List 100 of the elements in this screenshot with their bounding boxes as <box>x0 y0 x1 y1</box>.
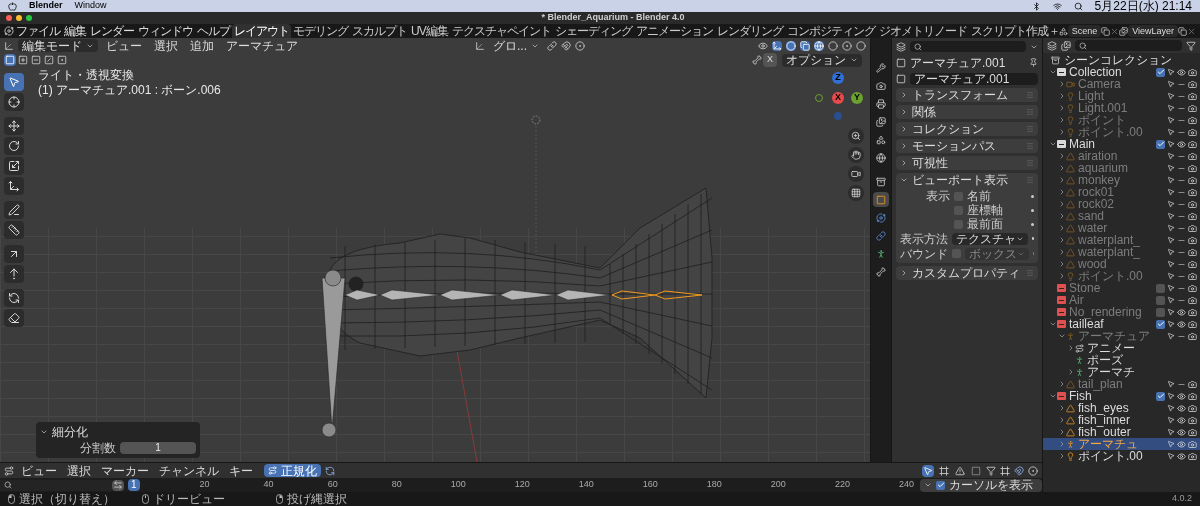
frame-number: 100 <box>450 478 466 492</box>
outliner-row[interactable]: ポイント <box>1043 114 1200 126</box>
frame-number: 160 <box>642 478 658 492</box>
outliner-row[interactable]: waterplant_ <box>1043 246 1200 258</box>
menu-item[interactable]: キー <box>226 464 256 477</box>
panel-header[interactable]: トランスフォーム <box>896 88 1038 102</box>
outliner-row[interactable]: sand <box>1043 210 1200 222</box>
number-field[interactable]: 1 <box>120 442 196 454</box>
outliner-row[interactable]: rock02 <box>1043 198 1200 210</box>
outliner-row[interactable]: waterplant_ <box>1043 234 1200 246</box>
orientation-dropdown[interactable]: グロ... <box>489 39 543 52</box>
outliner-row[interactable]: ポーズ <box>1043 354 1200 366</box>
panel-header[interactable]: モーションパス <box>896 139 1038 153</box>
workspace-tab[interactable]: テクスチャペイント <box>449 24 553 38</box>
outliner-row[interactable]: Air <box>1043 294 1200 306</box>
outliner-row[interactable]: Stone <box>1043 282 1200 294</box>
status-hint: ドリービュー <box>153 493 225 505</box>
axis-label[interactable]: X <box>832 92 844 104</box>
panel-header[interactable]: ビューポート表示 表示 名前 座標軸 最前面 表示方法 テクスチャ バウンド ボックス <box>896 173 1038 263</box>
menu-item[interactable]: マーカー <box>98 464 152 477</box>
outliner-row[interactable]: fish_eyes <box>1043 402 1200 414</box>
menu-item[interactable]: ビュー <box>18 464 60 477</box>
view-layer-field[interactable]: ViewLayer <box>1128 25 1179 37</box>
item-name: fish_inner <box>1078 414 1132 426</box>
panel-header[interactable]: 可視性 <box>896 156 1038 170</box>
outliner-row[interactable]: water <box>1043 222 1200 234</box>
panel-title[interactable]: 細分化 <box>52 426 88 438</box>
workspace-tab[interactable]: UV編集 <box>409 24 450 38</box>
workspace-tab[interactable]: スカルプト <box>350 24 409 38</box>
panel-header[interactable]: カスタムプロパティ <box>896 266 1038 280</box>
menu-item[interactable]: ヘルプ <box>195 25 232 37</box>
axis-toggle[interactable]: X <box>763 53 777 67</box>
app-name[interactable]: Blender <box>29 0 63 13</box>
status-hint: 選択（切り替え） <box>19 493 115 505</box>
workspace-tab[interactable]: シェーディング <box>552 24 634 38</box>
name-field[interactable]: アーマチュア.001 <box>910 72 1038 85</box>
menu-item[interactable]: ウィンドウ <box>136 25 195 37</box>
menu-item[interactable]: レンダー <box>88 25 136 37</box>
outliner-row[interactable]: No_rendering <box>1043 306 1200 318</box>
item-name: アーマチュア <box>1078 330 1151 342</box>
menu-item[interactable]: ビュー <box>102 39 146 52</box>
version-label: 4.0.2 <box>1171 492 1192 506</box>
bounds-dropdown[interactable]: ボックス <box>965 247 1029 260</box>
menu-item[interactable]: 選択 <box>64 464 94 477</box>
item-name: アーマチ <box>1087 366 1136 378</box>
outliner-row[interactable]: アーマチュア <box>1043 330 1200 342</box>
mode-dropdown[interactable]: 編集モード <box>18 39 98 52</box>
item-name: Main <box>1069 138 1095 150</box>
workspace-tab[interactable]: レイアウト <box>232 24 291 38</box>
outliner-row[interactable]: ポイント.00 <box>1043 126 1200 138</box>
frame-number: 80 <box>391 478 402 492</box>
workspace-tab[interactable]: コンポジティング <box>784 24 877 38</box>
outliner-row[interactable]: aquarium <box>1043 162 1200 174</box>
outliner-row[interactable]: アーマチ <box>1043 366 1200 378</box>
outliner-row[interactable]: ポイント.00 <box>1043 270 1200 282</box>
panel-header[interactable]: 関係 <box>896 105 1038 119</box>
item-name: fish_outer <box>1078 426 1132 438</box>
outliner-row[interactable]: airation <box>1043 150 1200 162</box>
outliner-row[interactable]: Collection <box>1043 66 1200 78</box>
menu-item[interactable]: Window <box>74 0 107 13</box>
panel-header[interactable]: コレクション <box>896 122 1038 136</box>
axis-label[interactable]: Z <box>832 72 844 84</box>
options-dropdown[interactable]: オプション <box>782 53 862 67</box>
item-name: airation <box>1078 150 1119 162</box>
outliner-row[interactable]: Camera <box>1043 78 1200 90</box>
outliner-row[interactable]: wood <box>1043 258 1200 270</box>
outliner-row[interactable]: Light <box>1043 90 1200 102</box>
workspace-tab[interactable]: スクリプト作成 <box>968 24 1050 38</box>
current-frame[interactable]: 1 <box>128 479 140 491</box>
menu-item[interactable]: チャンネル <box>156 464 222 477</box>
outliner-row[interactable]: tail_plan <box>1043 378 1200 390</box>
workspace-tab[interactable]: モデリング <box>291 24 350 38</box>
outliner-row[interactable]: fish_outer <box>1043 426 1200 438</box>
axis-label[interactable]: Y <box>851 92 863 104</box>
outliner-row[interactable]: fish_inner <box>1043 414 1200 426</box>
menu-item[interactable]: ファイル <box>14 25 62 37</box>
menu-item[interactable]: 編集 <box>62 25 88 37</box>
outliner-row[interactable]: アーマチュ <box>1043 438 1200 450</box>
item-name: No_rendering <box>1069 306 1143 318</box>
outliner-row[interactable]: rock01 <box>1043 186 1200 198</box>
item-name: sand <box>1078 210 1106 222</box>
menu-item[interactable]: 選択 <box>150 39 182 52</box>
field-label: バウンド <box>900 247 948 260</box>
menu-item[interactable]: アーマチュア <box>222 39 302 52</box>
workspace-tab[interactable]: アニメーション <box>633 24 715 38</box>
outliner-row[interactable]: Fish <box>1043 390 1200 402</box>
display-dropdown[interactable]: テクスチャ <box>952 232 1028 245</box>
outliner-row[interactable]: ポイント.00 <box>1043 450 1200 462</box>
workspace-tab[interactable]: ジオメトリノード <box>876 24 969 38</box>
normalize-toggle[interactable]: 正規化 <box>264 464 321 477</box>
menu-item[interactable]: 追加 <box>186 39 218 52</box>
frame-number: 40 <box>263 478 274 492</box>
outliner-row[interactable]: アニメー <box>1043 342 1200 354</box>
outliner-row[interactable]: Light.001 <box>1043 102 1200 114</box>
outliner-row[interactable]: Main <box>1043 138 1200 150</box>
outliner-row[interactable]: monkey <box>1043 174 1200 186</box>
outliner-row[interactable]: tailleaf <box>1043 318 1200 330</box>
scene-field[interactable]: Scene <box>1067 25 1102 37</box>
panel-title: コレクション <box>912 123 985 135</box>
workspace-tab[interactable]: レンダリング <box>714 24 785 38</box>
